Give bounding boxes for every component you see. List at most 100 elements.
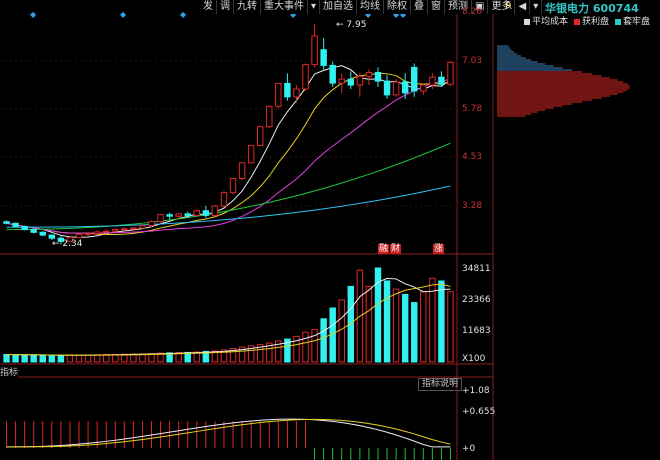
toolbar-button-5[interactable]: 加自选 <box>320 0 358 14</box>
candle-body-47 <box>429 76 436 86</box>
volume-bar-33 <box>302 331 309 363</box>
candle-body-39 <box>356 75 364 86</box>
toolbar-button-1[interactable]: 调 <box>217 0 234 14</box>
volume-bar-8 <box>75 354 83 363</box>
candle-body-13 <box>121 228 128 231</box>
finance-tag[interactable]: 财 <box>390 244 402 254</box>
candle-body-25 <box>229 178 237 194</box>
event-marker-2: ◆ <box>180 10 187 19</box>
legend-item-1: 获利盘 <box>574 14 609 27</box>
volume-bar-1 <box>12 354 19 363</box>
volume-bar-11 <box>102 354 110 363</box>
macd-dif-line <box>6 418 451 448</box>
toolbar-button-3[interactable]: 重大事件 <box>261 0 308 14</box>
volume-bar-4 <box>39 354 46 363</box>
price-tick-1: 8.26 <box>462 7 483 17</box>
candle-body-29 <box>266 105 273 128</box>
candle-body-15 <box>139 225 146 229</box>
chip-legend: 平均成本 获利盘 套牢盘 <box>524 14 650 27</box>
legend-label: 套牢盘 <box>623 17 651 27</box>
candle-body-27 <box>247 145 255 164</box>
indicator-label: 指标 <box>0 365 19 378</box>
low-price-value: 2.34 <box>62 239 83 249</box>
candle-body-31 <box>284 82 291 98</box>
candle-body-0 <box>3 221 10 224</box>
volume-bar-45 <box>411 302 418 363</box>
volume-bar-3 <box>30 354 37 363</box>
candle-body-20 <box>184 213 191 216</box>
toolbar-button-13[interactable]: ◀ <box>515 0 531 14</box>
candle-body-14 <box>130 227 137 230</box>
volume-tick-3: 11683 <box>462 326 491 336</box>
toolbar-button-9[interactable]: 窗 <box>428 0 446 14</box>
candle-body-16 <box>148 221 155 227</box>
limit-up-tag[interactable]: 涨 <box>433 244 445 254</box>
candle-body-24 <box>220 192 228 207</box>
candle-body-40 <box>365 71 373 77</box>
volume-bar-40 <box>365 285 373 363</box>
volume-bar-0 <box>3 353 10 363</box>
candle-body-10 <box>93 231 101 235</box>
legend-label: 平均成本 <box>532 17 569 27</box>
candle-body-36 <box>329 64 336 84</box>
price-tick-3: 5.78 <box>462 104 483 114</box>
ma120-line <box>6 185 451 228</box>
toolbar-button-7[interactable]: 除权 <box>384 0 412 14</box>
volume-bar-7 <box>66 354 74 363</box>
volume-bar-5 <box>48 354 56 363</box>
margin-tag[interactable]: 融 <box>378 244 390 254</box>
candle-body-11 <box>102 230 110 233</box>
candle-body-12 <box>112 229 119 232</box>
volume-bar-10 <box>93 354 101 363</box>
volume-bar-37 <box>338 299 345 363</box>
candle-body-44 <box>401 81 409 94</box>
candle-body-37 <box>338 78 345 84</box>
candle-body-17 <box>157 214 164 223</box>
legend-swatch <box>615 18 622 25</box>
r-label: R <box>505 1 512 12</box>
kline-chart-canvas[interactable]: ◆ ◆ ◆ ◆ ◆◆ ◆ <box>0 0 660 460</box>
toolbar-button-2[interactable]: 九转 <box>234 0 261 14</box>
price-tick-5: 3.28 <box>462 201 483 211</box>
volume-bar-12 <box>112 353 119 363</box>
candle-body-38 <box>347 78 355 86</box>
volume-bar-35 <box>320 318 327 363</box>
candle-body-34 <box>311 35 318 66</box>
toolbar-button-0[interactable]: 发 <box>200 0 217 14</box>
volume-bar-48 <box>438 280 445 363</box>
candle-body-19 <box>175 213 182 217</box>
candle-body-26 <box>238 162 246 180</box>
ma20-line <box>6 78 451 234</box>
event-marker-1: ◆ <box>120 10 127 19</box>
candle-body-23 <box>211 205 219 216</box>
candle-body-49 <box>447 61 454 85</box>
candle-body-48 <box>438 76 445 85</box>
candle-body-21 <box>193 210 201 216</box>
volume-bar-44 <box>401 293 409 363</box>
volume-tick-2: 23366 <box>462 295 491 305</box>
candle-body-42 <box>383 80 391 96</box>
toolbar-button-14[interactable]: ▾ <box>530 0 543 14</box>
legend-item-0: 平均成本 <box>524 14 568 27</box>
candle-body-32 <box>293 88 300 98</box>
candle-body-4 <box>39 231 46 236</box>
legend-swatch <box>574 18 581 25</box>
candle-body-8 <box>75 233 83 238</box>
volume-bar-42 <box>383 280 391 363</box>
volume-tick-1: 34811 <box>462 264 491 274</box>
candle-body-28 <box>256 126 264 147</box>
candle-body-9 <box>84 233 92 236</box>
high-price-value: 7.95 <box>346 20 367 30</box>
candle-body-2 <box>21 225 28 231</box>
volume-bar-6 <box>57 355 65 363</box>
candle-body-35 <box>320 49 327 66</box>
toolbar-button-8[interactable]: 叠 <box>411 0 429 14</box>
indicator-help-button[interactable]: 指标说明 <box>418 378 463 391</box>
volume-unit: X100 <box>462 354 486 364</box>
toolbar-button-6[interactable]: 均线 <box>357 0 385 14</box>
event-marker-0: ◆ <box>30 10 37 19</box>
price-tick-4: 4.53 <box>462 152 483 162</box>
candle-body-46 <box>420 84 427 92</box>
toolbar-button-4[interactable]: ▾ <box>308 0 321 14</box>
volume-bar-49 <box>447 291 454 363</box>
